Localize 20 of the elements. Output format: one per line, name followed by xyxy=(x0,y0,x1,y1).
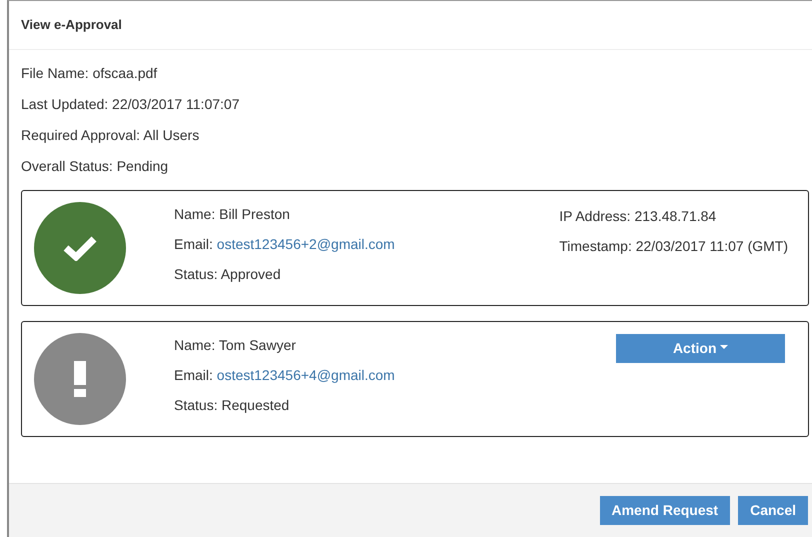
email-link[interactable]: ostest123456+4@gmail.com xyxy=(216,366,395,382)
field-label: Email: xyxy=(174,366,214,382)
field-text: Name: Tom Sawyer xyxy=(174,338,297,352)
field-text: Status: Approved xyxy=(174,266,282,282)
amend-button[interactable]: Amend Request xyxy=(600,496,730,525)
detail-text: File Name: ofscaa.pdf xyxy=(21,66,158,80)
action-button[interactable]: Action xyxy=(616,334,785,362)
field-text: Status: Requested xyxy=(174,398,290,412)
detail-text: Last Updated: 22/03/2017 11:07:07 xyxy=(21,96,240,112)
email-link[interactable]: ostest123456+2@gmail.com xyxy=(216,236,395,252)
dialog-title: View e-Approval xyxy=(9,1,812,50)
check-icon xyxy=(63,234,97,260)
exclamation-icon xyxy=(74,360,86,396)
info-text: IP Address: 213.48.71.84 xyxy=(559,208,718,224)
field-label: Email: xyxy=(174,236,214,252)
field-text: Name: Bill Preston xyxy=(174,206,291,222)
detail-text: Required Approval: All Users xyxy=(21,128,200,142)
detail-text: Overall Status: Pending xyxy=(21,158,170,174)
cancel-button[interactable]: Cancel xyxy=(738,496,808,525)
info-text: Timestamp: 22/03/2017 11:07 (GMT) xyxy=(559,238,788,254)
